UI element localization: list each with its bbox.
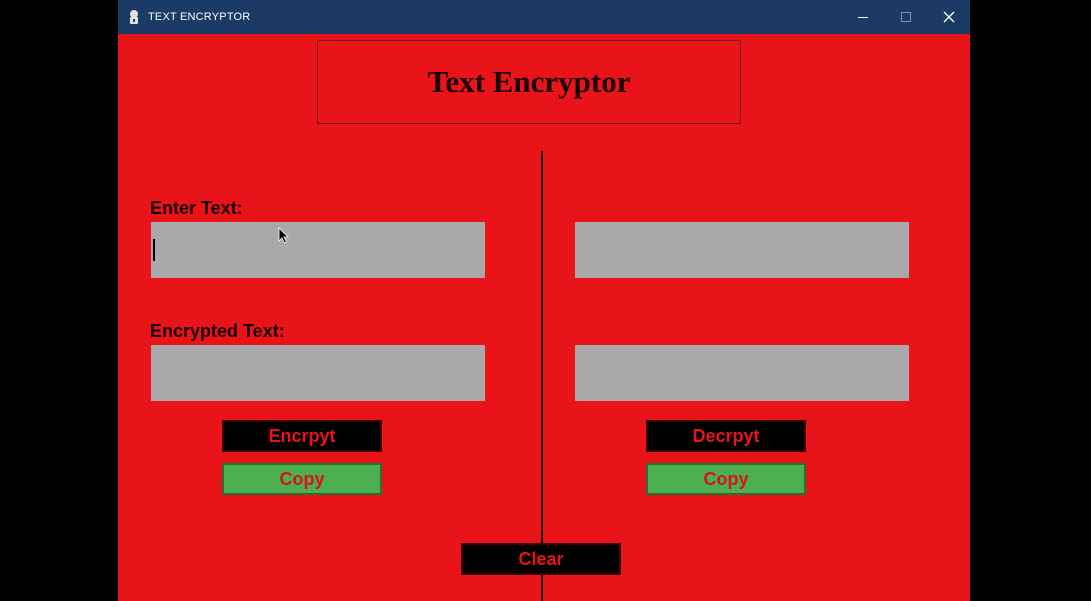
maximize-icon — [900, 12, 911, 22]
enter-text-input[interactable] — [151, 222, 485, 278]
decrypted-text-output[interactable] — [575, 345, 909, 401]
encrypt-button[interactable]: Encrpyt — [222, 420, 382, 452]
app-icon — [126, 9, 142, 25]
close-button[interactable] — [927, 0, 970, 34]
window-title: TEXT ENCRYPTOR — [148, 11, 251, 23]
copy-decrypted-button[interactable]: Copy — [646, 463, 806, 495]
header-frame: Text Encryptor — [317, 40, 741, 124]
close-icon — [943, 11, 954, 23]
enter-text-label: Enter Text: — [150, 198, 243, 218]
clear-button[interactable]: Clear — [461, 543, 621, 575]
minimize-button[interactable] — [841, 0, 884, 34]
mouse-pointer-icon — [278, 227, 289, 244]
text-caret — [153, 239, 155, 261]
minimize-icon — [857, 17, 868, 18]
decrypt-input[interactable] — [575, 222, 909, 278]
window-controls — [841, 0, 970, 34]
copy-encrypted-button[interactable]: Copy — [222, 463, 382, 495]
title-bar[interactable]: TEXT ENCRYPTOR — [118, 0, 970, 34]
decrypt-button[interactable]: Decrpyt — [646, 420, 806, 452]
page-title: Text Encryptor — [427, 64, 631, 99]
maximize-button[interactable] — [884, 0, 927, 34]
encrypted-text-output[interactable] — [151, 345, 485, 401]
encrypted-text-label: Encrypted Text: — [150, 321, 285, 341]
app-window: TEXT ENCRYPTOR Text Encryptor Enter Text… — [118, 0, 970, 601]
vertical-divider — [541, 151, 543, 601]
